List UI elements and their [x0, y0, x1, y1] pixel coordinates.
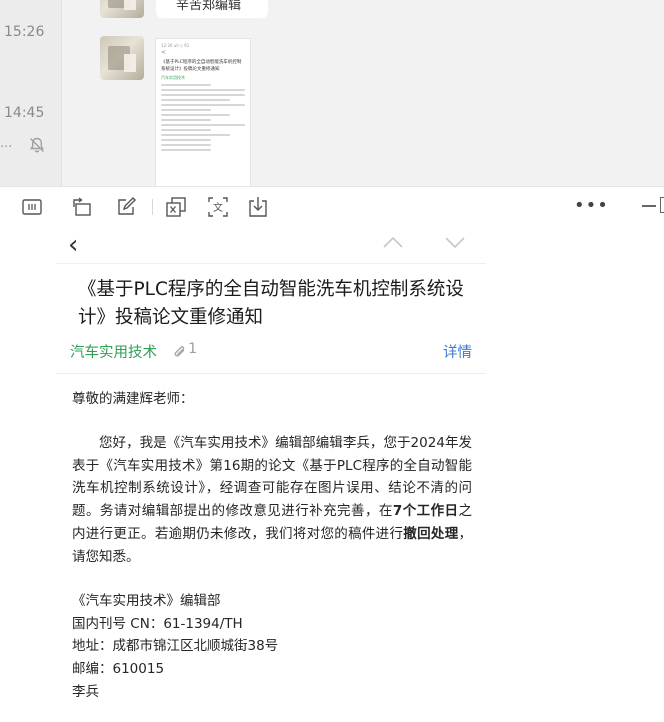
reader-mode-icon[interactable] — [20, 195, 44, 219]
chat-preview-ellipsis: ... — [0, 136, 13, 151]
chat-timestamp: 14:45 — [4, 105, 45, 121]
chevron-up-icon[interactable] — [382, 234, 404, 248]
minimize-button[interactable] — [642, 205, 656, 207]
image-viewer-toolbar: 文 ••• — [0, 186, 664, 226]
mute-icon — [28, 136, 46, 154]
mini-text-line — [161, 104, 245, 106]
chat-timestamp: 15:26 — [4, 24, 45, 40]
avatar[interactable] — [100, 36, 144, 80]
edit-icon[interactable] — [114, 195, 138, 219]
mini-text-line — [161, 119, 212, 121]
mini-text-line — [161, 144, 212, 146]
mini-text-line — [161, 124, 245, 126]
sender-name[interactable]: 汽车实用技术 — [70, 341, 157, 362]
signature-name: 李兵 — [72, 683, 99, 700]
chat-list-panel[interactable]: 15:26 14:45 ... — [0, 0, 62, 186]
attachment-count[interactable]: 1 — [188, 341, 197, 357]
mini-text-line — [161, 114, 230, 116]
rotate-icon[interactable] — [70, 195, 94, 219]
ocr-icon[interactable]: 文 — [206, 195, 230, 219]
maximize-button[interactable] — [660, 197, 664, 213]
mini-text-line — [161, 99, 230, 101]
sender-row: 汽车实用技术 1 详情 — [70, 341, 472, 365]
mini-text-line — [161, 149, 212, 151]
avatar[interactable] — [100, 0, 144, 18]
withdraw-emphasis: 撤回处理 — [403, 525, 459, 542]
mini-mail-title: 《基于PLC程序的全自动智能洗车机控制系统设计》投稿论文重修通知 — [161, 60, 242, 72]
deadline-emphasis: 7个工作日 — [392, 503, 459, 520]
mini-text-line — [161, 109, 212, 111]
mini-text-line — [161, 89, 245, 91]
mail-body: 尊敬的满建辉老师： 您好，我是《汽车实用技术》编辑部编辑李兵，您于2024年发表… — [72, 388, 472, 703]
more-options-button[interactable]: ••• — [574, 195, 609, 216]
signature-address: 地址：成都市锦江区北顺城街38号 — [72, 638, 279, 655]
divider — [56, 263, 486, 264]
back-button[interactable]: ‹ — [68, 232, 78, 258]
details-link[interactable]: 详情 — [443, 341, 472, 362]
chat-message-bubble[interactable]: 辛苦郑编辑 — [156, 0, 268, 18]
chevron-down-icon[interactable] — [444, 234, 466, 249]
translate-icon[interactable] — [164, 195, 188, 219]
mini-mail-sender: 汽车实用技术 — [161, 75, 185, 80]
signature-block: 《汽车实用技术》编辑部 国内刊号 CN：61-1394/TH 地址：成都市锦江区… — [72, 590, 472, 703]
chat-image-mail-screenshot[interactable]: 12:26 ull ◇ 91 < 《基于PLC程序的全自动智能洗车机控制系统设计… — [155, 38, 251, 186]
greeting: 尊敬的满建辉老师： — [72, 391, 194, 407]
signature-issn: 国内刊号 CN：61-1394/TH — [72, 615, 243, 632]
mini-text-line — [161, 84, 212, 86]
mail-view: ‹ 《基于PLC程序的全自动智能洗车机控制系统设计》投稿论文重修通知 汽车实用技… — [0, 226, 664, 722]
paperclip-icon[interactable] — [172, 344, 188, 360]
svg-text:文: 文 — [213, 201, 223, 214]
signature-postcode: 邮编：610015 — [72, 661, 165, 677]
mail-subject: 《基于PLC程序的全自动智能洗车机控制系统设计》投稿论文重修通知 — [78, 279, 464, 328]
mini-text-line — [161, 139, 212, 141]
download-icon[interactable] — [246, 195, 270, 219]
mini-back-arrow: < — [161, 49, 167, 56]
mini-text-line — [161, 94, 245, 96]
toolbar-divider — [152, 199, 153, 215]
mini-text-line — [161, 134, 230, 136]
mini-text-line — [161, 129, 212, 131]
chat-area: 15:26 14:45 ... 辛苦郑编辑 12:26 ull ◇ 91 < 《… — [0, 0, 664, 186]
body-paragraph: 您好，我是《汽车实用技术》编辑部编辑李兵，您于2024年发表于《汽车实用技术》第… — [72, 432, 472, 568]
divider — [56, 373, 486, 374]
mini-status-bar: 12:26 ull ◇ 91 — [161, 43, 190, 48]
chat-message-text: 辛苦郑编辑 — [176, 0, 242, 13]
signature-org: 《汽车实用技术》编辑部 — [72, 593, 221, 610]
